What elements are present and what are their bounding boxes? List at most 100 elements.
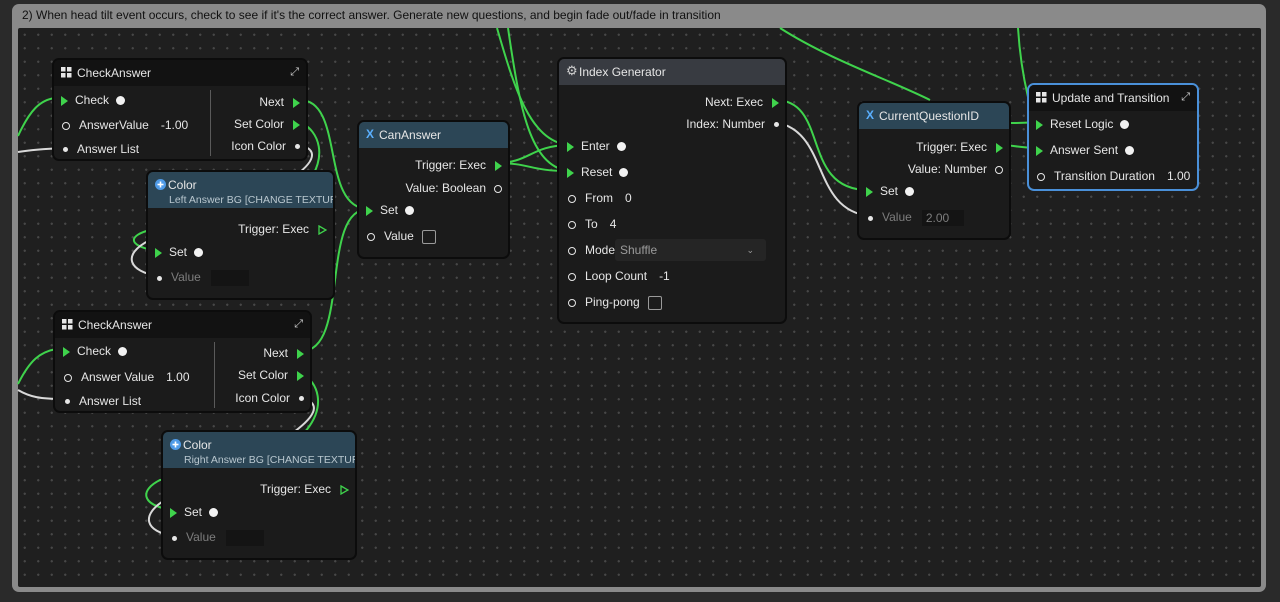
value-checkbox[interactable]: [421, 229, 436, 244]
to-value-field[interactable]: 4: [610, 217, 617, 231]
exec-wire[interactable]: [774, 99, 869, 191]
to-port[interactable]: To 4: [567, 217, 616, 231]
next-port[interactable]: Next: [259, 95, 300, 109]
ping-pong-checkbox[interactable]: [647, 295, 662, 310]
answer-list-port[interactable]: Answer List: [63, 394, 141, 408]
mode-select[interactable]: Shuffle ⌄: [615, 239, 766, 261]
color-swatch[interactable]: [210, 270, 249, 286]
input-dot[interactable]: [616, 142, 626, 152]
check-answer-node-1[interactable]: CheckAnswer ⤢ Check AnswerValue -1.00 Ans…: [52, 58, 308, 161]
node-header[interactable]: X CurrentQuestionID: [859, 103, 1009, 129]
input-dot[interactable]: [1125, 146, 1135, 156]
port-label: Next: [259, 95, 284, 109]
input-dot[interactable]: [118, 347, 128, 357]
value-field[interactable]: 2.00: [921, 210, 964, 226]
mode-port[interactable]: Mode: [567, 243, 615, 257]
node-subtitle: Right Answer BG [CHANGE TEXTURE]: [184, 454, 357, 466]
input-dot[interactable]: [116, 96, 126, 106]
update-and-transition-node[interactable]: Update and Transition ⤢ Reset Logic Answ…: [1027, 83, 1199, 191]
set-port[interactable]: Set: [366, 203, 415, 217]
input-dot[interactable]: [194, 248, 204, 258]
exec-wire[interactable]: [17, 97, 56, 137]
port-label: Set: [184, 505, 203, 519]
index-generator-node[interactable]: ⚙ Index Generator Next: Exec Index: Numb…: [557, 57, 787, 324]
value-port[interactable]: Value: [155, 270, 249, 286]
loop-count-field[interactable]: -1: [659, 269, 670, 283]
loop-count-port[interactable]: Loop Count -1: [567, 269, 670, 283]
exec-in-icon: [63, 346, 70, 357]
expand-icon[interactable]: ⤢: [1181, 91, 1190, 104]
expand-icon[interactable]: ⤢: [294, 318, 303, 331]
set-color-port[interactable]: Set Color: [238, 368, 304, 382]
node-header[interactable]: X CanAnswer: [359, 122, 508, 148]
color-swatch[interactable]: [225, 530, 264, 546]
exec-wire[interactable]: [779, 27, 931, 101]
set-port[interactable]: Set: [170, 505, 219, 519]
enter-port[interactable]: Enter: [567, 139, 626, 153]
node-title: Index Generator: [579, 65, 666, 79]
node-header[interactable]: CheckAnswer ⤢: [54, 60, 306, 86]
x-icon: X: [866, 108, 875, 122]
set-port[interactable]: Set: [866, 184, 915, 198]
check-answer-node-2[interactable]: CheckAnswer ⤢ Check Answer Value 1.00 Ans…: [53, 310, 312, 413]
next-port[interactable]: Next: Exec: [705, 95, 779, 109]
can-answer-node[interactable]: X CanAnswer Trigger: Exec Value: Boolean…: [357, 120, 510, 259]
node-title: Update and Transition: [1052, 91, 1170, 105]
from-value-field[interactable]: 0: [625, 191, 632, 205]
port-label: Trigger: Exec: [238, 222, 309, 236]
input-dot[interactable]: [209, 508, 219, 518]
check-port[interactable]: Check: [63, 344, 128, 358]
reset-logic-port[interactable]: Reset Logic: [1036, 117, 1130, 131]
next-port[interactable]: Next: [263, 346, 304, 360]
value-output-port[interactable]: Value: Boolean: [405, 181, 502, 195]
port-label: From: [585, 191, 613, 205]
input-dot[interactable]: [619, 168, 629, 178]
transition-duration-field[interactable]: 1.00: [1167, 169, 1190, 183]
set-color-port[interactable]: Set Color: [234, 117, 300, 131]
port-label: Icon Color: [235, 391, 290, 405]
port-label: Mode: [585, 243, 616, 257]
answer-value-port[interactable]: Answer Value 1.00: [63, 370, 190, 384]
input-dot[interactable]: [405, 206, 415, 216]
input-dot[interactable]: [905, 187, 915, 197]
reset-port[interactable]: Reset: [567, 165, 629, 179]
color-left-node[interactable]: Color Left Answer BG [CHANGE TEXTURE] Tr…: [146, 170, 335, 300]
value-port[interactable]: Value: [366, 229, 436, 244]
value-port[interactable]: Value: [170, 530, 264, 546]
expand-icon[interactable]: ⤢: [290, 66, 299, 79]
ping-pong-port[interactable]: Ping-pong: [567, 295, 662, 310]
index-output-port[interactable]: Index: Number: [686, 117, 779, 131]
port-ring-icon: [568, 298, 576, 307]
set-port[interactable]: Set: [155, 245, 204, 259]
node-header[interactable]: Update and Transition ⤢: [1029, 85, 1197, 111]
trigger-port[interactable]: Trigger: Exec: [238, 222, 327, 236]
icon-color-port[interactable]: Icon Color: [235, 391, 304, 405]
node-title: CheckAnswer: [78, 318, 153, 332]
answer-value-field[interactable]: -1.00: [161, 118, 188, 132]
trigger-port[interactable]: Trigger: Exec: [916, 140, 1003, 154]
check-port[interactable]: Check: [61, 93, 126, 107]
port-dot-icon: [172, 535, 177, 541]
grid-icon: [61, 67, 72, 78]
answer-sent-port[interactable]: Answer Sent: [1036, 143, 1135, 157]
current-question-id-node[interactable]: X CurrentQuestionID Trigger: Exec Value:…: [857, 101, 1011, 240]
node-header[interactable]: ⚙ Index Generator: [559, 59, 785, 85]
node-header[interactable]: Color Right Answer BG [CHANGE TEXTURE]: [163, 432, 355, 468]
transition-duration-port[interactable]: Transition Duration 1.00: [1036, 169, 1190, 183]
input-dot[interactable]: [1120, 120, 1130, 130]
value-port[interactable]: Value 2.00: [866, 210, 964, 226]
icon-color-port[interactable]: Icon Color: [231, 139, 300, 153]
answer-list-port[interactable]: Answer List: [61, 142, 139, 156]
value-output-port[interactable]: Value: Number: [908, 162, 1003, 176]
trigger-port[interactable]: Trigger: Exec: [260, 482, 349, 496]
from-port[interactable]: From 0: [567, 191, 632, 205]
x-icon: X: [366, 127, 375, 141]
color-right-node[interactable]: Color Right Answer BG [CHANGE TEXTURE] T…: [161, 430, 357, 560]
exec-wire[interactable]: [17, 348, 57, 385]
answer-value-port[interactable]: AnswerValue -1.00: [61, 118, 188, 132]
trigger-port[interactable]: Trigger: Exec: [415, 158, 502, 172]
node-header[interactable]: CheckAnswer ⤢: [55, 312, 310, 338]
answer-value-field[interactable]: 1.00: [166, 370, 189, 384]
node-header[interactable]: Color Left Answer BG [CHANGE TEXTURE]: [148, 172, 333, 208]
data-wire[interactable]: [773, 121, 871, 217]
